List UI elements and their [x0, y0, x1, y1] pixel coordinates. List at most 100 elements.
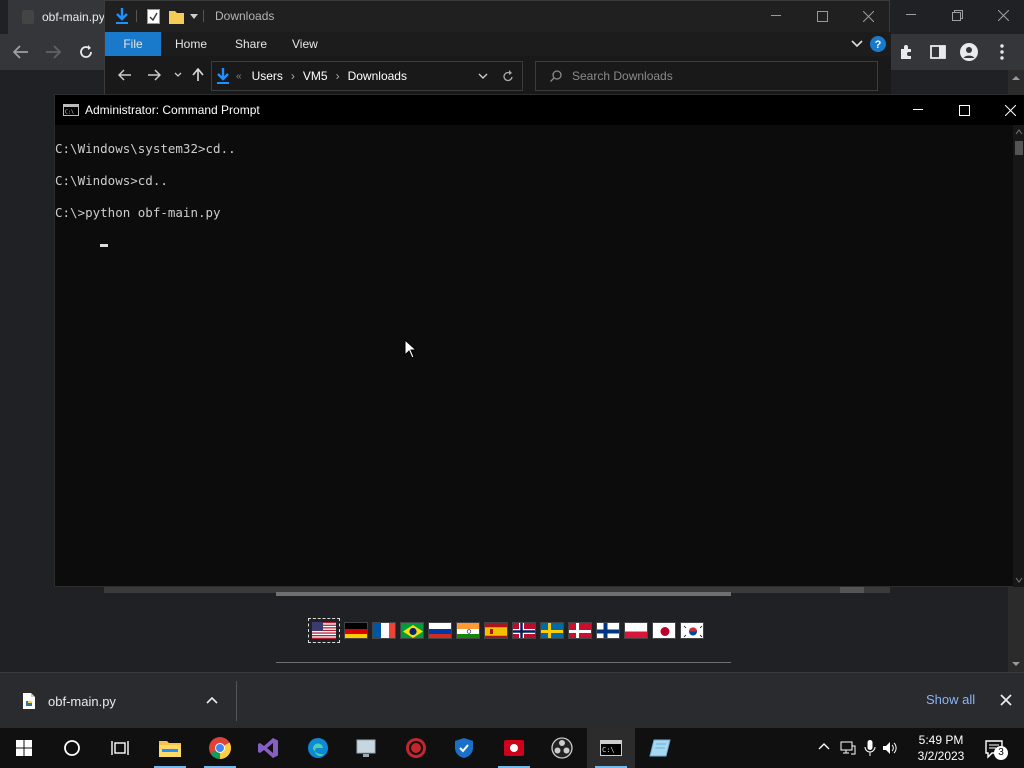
explorer-maximize-button[interactable] [799, 1, 845, 31]
cmd-title-bar[interactable]: C:\ Administrator: Command Prompt [55, 95, 1024, 125]
cmd-minimize-button[interactable] [895, 95, 941, 125]
volume-icon[interactable] [882, 740, 898, 756]
separator [203, 10, 204, 22]
explorer-minimize-button[interactable] [753, 1, 799, 31]
explorer-resize-grip [840, 586, 864, 593]
chrome-taskbar-icon[interactable] [196, 728, 244, 768]
python-file-icon [22, 10, 34, 24]
download-arrow-icon [115, 8, 129, 24]
quick-access-dropdown-icon[interactable] [190, 14, 198, 20]
separator [236, 681, 237, 721]
chrome-download-bar: obf-main.py Show all [0, 672, 1024, 728]
screen-recorder-icon[interactable] [490, 728, 538, 768]
ribbon-expand-chevron-icon[interactable] [851, 40, 863, 48]
cmd-maximize-button[interactable] [941, 95, 987, 125]
profile-avatar-icon[interactable] [958, 41, 980, 63]
clock[interactable]: 5:49 PM 3/2/2023 [910, 732, 972, 764]
microphone-icon[interactable] [864, 739, 876, 757]
denmark-flag-icon[interactable] [568, 621, 592, 639]
chrome-minimize-button[interactable] [888, 0, 934, 30]
vpn-shield-icon[interactable] [440, 728, 488, 768]
ribbon-tab-file[interactable]: File [105, 32, 161, 56]
spain-flag-icon[interactable] [484, 621, 508, 639]
divider [276, 662, 731, 663]
properties-checkmark-icon[interactable] [147, 9, 160, 24]
explorer-navigation-bar: « Users › VM5 › Downloads Search Downloa… [105, 56, 891, 96]
windows-start-icon[interactable] [0, 728, 48, 768]
close-download-bar-icon[interactable] [1000, 694, 1012, 706]
recent-locations-chevron-icon[interactable] [174, 72, 182, 78]
search-downloads-input[interactable]: Search Downloads [535, 61, 878, 91]
cortana-search-icon[interactable] [48, 728, 96, 768]
language-flags [308, 617, 704, 643]
obs-studio-icon[interactable] [538, 728, 586, 768]
explorer-title-text: Downloads [215, 9, 275, 23]
germany-flag-icon[interactable] [344, 621, 368, 639]
show-all-link[interactable]: Show all [926, 692, 975, 707]
notepad-icon[interactable] [636, 728, 684, 768]
address-bar[interactable]: « Users › VM5 › Downloads [211, 61, 523, 91]
explorer-back-arrow-icon[interactable] [118, 69, 132, 81]
finland-flag-icon[interactable] [596, 621, 620, 639]
explorer-forward-arrow-icon[interactable] [147, 69, 161, 81]
cmd-window-controls [895, 95, 1024, 125]
help-icon[interactable]: ? [870, 36, 886, 52]
edge-icon[interactable] [294, 728, 342, 768]
south-korea-flag-icon[interactable] [680, 621, 704, 639]
breadcrumb-separator-icon: › [290, 69, 295, 83]
cmd-output-line: C:\Windows\system32>cd.. [55, 141, 236, 156]
remote-desktop-icon[interactable] [342, 728, 390, 768]
file-explorer-taskbar-icon[interactable] [146, 728, 194, 768]
chrome-close-button[interactable] [980, 0, 1024, 30]
separator [136, 10, 137, 22]
ribbon-tab-view[interactable]: View [278, 32, 332, 56]
explorer-window-controls [753, 1, 891, 31]
chrome-tab[interactable]: obf-main.py [8, 0, 108, 34]
cmd-scrollbar-thumb[interactable] [1015, 141, 1023, 155]
search-placeholder-text: Search Downloads [572, 69, 673, 83]
forward-arrow-icon[interactable] [42, 41, 64, 63]
chrome-restore-button[interactable] [934, 0, 980, 30]
up-arrow-icon[interactable] [192, 68, 204, 82]
france-flag-icon[interactable] [372, 621, 396, 639]
explorer-title-bar: Downloads [105, 1, 891, 32]
breadcrumb-users[interactable]: Users [252, 69, 283, 83]
explorer-close-button[interactable] [845, 1, 891, 31]
ribbon-tab-share[interactable]: Share [221, 32, 281, 56]
japan-flag-icon[interactable] [652, 621, 676, 639]
russia-flag-icon[interactable] [428, 621, 452, 639]
back-arrow-icon[interactable] [10, 41, 32, 63]
cmd-console-output[interactable]: C:\Windows\system32>cd.. C:\Windows>cd..… [55, 125, 1013, 587]
command-prompt-taskbar-icon[interactable]: C:\ [587, 728, 635, 768]
india-flag-icon[interactable] [456, 621, 480, 639]
ribbon-tab-home[interactable]: Home [161, 32, 221, 56]
norway-flag-icon[interactable] [512, 621, 536, 639]
cmd-close-button[interactable] [987, 95, 1024, 125]
refresh-icon[interactable] [502, 70, 514, 83]
cmd-scrollbar[interactable] [1013, 125, 1024, 587]
security-app-icon[interactable] [392, 728, 440, 768]
svg-text:C:\: C:\ [602, 746, 615, 754]
notifications-icon[interactable]: 3 [984, 738, 1008, 760]
show-hidden-icons-chevron-icon[interactable] [818, 742, 830, 750]
breadcrumb-downloads[interactable]: Downloads [348, 69, 407, 83]
breadcrumb-vm5[interactable]: VM5 [303, 69, 328, 83]
download-options-chevron-icon[interactable] [206, 696, 218, 704]
download-item[interactable]: obf-main.py [0, 679, 236, 723]
visual-studio-icon[interactable] [244, 728, 292, 768]
sweden-flag-icon[interactable] [540, 621, 564, 639]
notification-count-badge: 3 [994, 746, 1008, 760]
network-icon[interactable] [840, 740, 856, 756]
address-dropdown-chevron-icon[interactable] [478, 73, 488, 80]
side-panel-icon[interactable] [927, 41, 949, 63]
chrome-menu-kebab-icon[interactable] [991, 41, 1013, 63]
overflow-chevron-icon[interactable]: « [236, 71, 242, 82]
brazil-flag-icon[interactable] [400, 621, 424, 639]
extensions-puzzle-icon[interactable] [895, 41, 917, 63]
poland-flag-icon[interactable] [624, 621, 648, 639]
chrome-tab-title: obf-main.py [42, 10, 105, 24]
us-flag-icon[interactable] [312, 621, 336, 639]
task-view-icon[interactable] [96, 728, 144, 768]
new-folder-icon[interactable] [169, 9, 184, 24]
reload-icon[interactable] [75, 41, 97, 63]
